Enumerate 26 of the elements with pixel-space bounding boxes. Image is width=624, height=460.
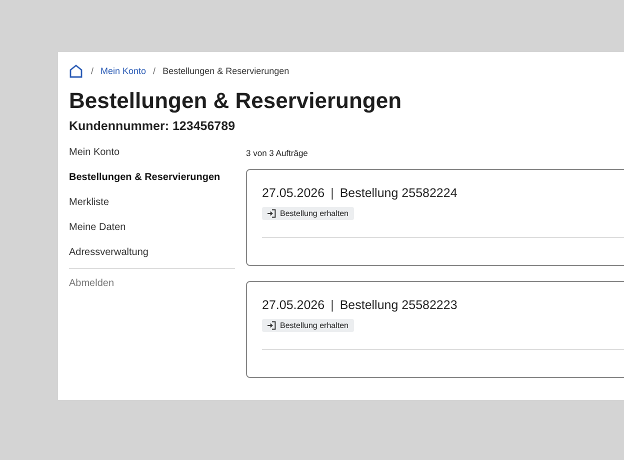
order-title: Bestellung 25582223 [340,298,458,312]
breadcrumb-link[interactable]: Mein Konto [100,66,146,76]
page-title: Bestellungen & Reservierungen [69,88,403,114]
breadcrumb-separator: / [91,66,94,76]
sidebar-item[interactable]: Mein Konto [69,146,120,171]
sidebar-item[interactable]: Adressverwaltung [69,246,148,271]
order-count: 3 von 3 Aufträge [246,148,309,158]
status-text: Bestellung erhalten [280,209,348,218]
order-card[interactable]: 27.05.2026 | Bestellung 25582223 Bestellung erhalten [246,281,624,378]
login-icon [267,209,276,218]
breadcrumb-separator: / [153,66,156,76]
order-title: Bestellung 25582224 [340,186,458,200]
order-date: 27.05.2026 [262,298,325,312]
sidebar-item[interactable]: Meine Daten [69,221,126,246]
order-date: 27.05.2026 [262,186,325,200]
home-icon[interactable] [69,64,83,78]
separator: | [330,186,334,200]
separator: | [330,298,334,312]
breadcrumb-current: Bestellungen & Reservierungen [162,66,290,76]
status-text: Bestellung erhalten [280,321,348,330]
order-card[interactable]: 27.05.2026 | Bestellung 25582224 Bestellung erhalten [246,169,624,266]
customer-number: Kundennummer: 123456789 [69,119,236,133]
sidebar-item[interactable]: Merkliste [69,196,110,221]
login-icon [267,321,276,330]
logout-link[interactable]: Abmelden [69,277,114,302]
sidebar-item[interactable]: Bestellungen & Reservierungen [69,171,220,196]
